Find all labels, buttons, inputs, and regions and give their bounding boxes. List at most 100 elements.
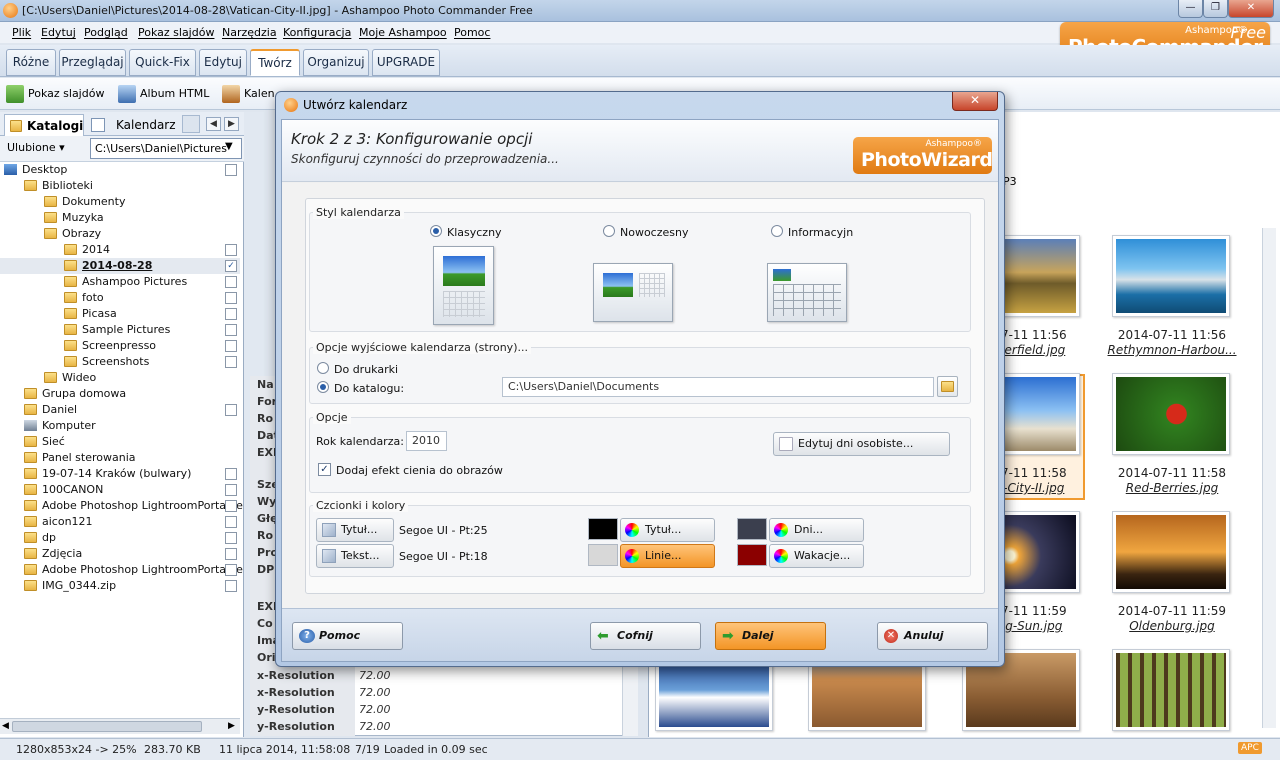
scroll-thumb[interactable] — [12, 721, 202, 732]
tree-horizontal-scrollbar[interactable]: ◀ ▶ — [0, 718, 240, 734]
thumb-oldenburg[interactable] — [1112, 511, 1230, 593]
tree-item[interactable]: Sample Pictures — [0, 322, 240, 338]
menu-help[interactable]: Pomoc — [454, 26, 490, 39]
tree-item[interactable]: Desktop — [0, 162, 240, 178]
year-input[interactable]: 2010 — [406, 431, 447, 451]
tree-item[interactable]: Screenpresso — [0, 338, 240, 354]
tree-item[interactable]: Ashampoo Pictures — [0, 274, 240, 290]
tab-scroll-right[interactable]: ▶ — [224, 117, 239, 131]
tree-item[interactable]: 2014-08-28 ✓ — [0, 258, 240, 274]
modern-style-preview[interactable] — [593, 263, 673, 322]
tree-item[interactable]: Zdjęcia — [0, 546, 240, 562]
tree-item[interactable]: Screenshots — [0, 354, 240, 370]
path-combobox[interactable]: C:\Users\Daniel\Pictures — [90, 138, 242, 159]
next-button[interactable]: ➡ Dalej — [715, 622, 826, 650]
tree-item-checkbox[interactable] — [225, 404, 237, 416]
browse-folder-button[interactable] — [937, 376, 958, 397]
title-font-button[interactable]: Tytuł... — [316, 518, 394, 542]
tab-quick-fix[interactable]: Quick-Fix — [129, 49, 196, 76]
menu-file[interactable]: Plik — [12, 26, 31, 39]
close-window-button[interactable]: ✕ — [1228, 0, 1274, 18]
thumb-forest[interactable] — [1112, 649, 1230, 731]
menu-view[interactable]: Podgląd — [84, 26, 128, 39]
tree-item[interactable]: foto — [0, 290, 240, 306]
tree-item-checkbox[interactable] — [225, 164, 237, 176]
style-info-label[interactable]: Informacyjn — [788, 226, 853, 239]
style-classic-radio[interactable] — [430, 225, 442, 237]
folder-path-input[interactable]: C:\Users\Daniel\Documents — [502, 377, 934, 397]
tree-item[interactable]: Daniel — [0, 402, 240, 418]
album-html-tool[interactable]: Album HTML — [118, 84, 209, 104]
help-button[interactable]: ? Pomoc — [292, 622, 403, 650]
shadow-label[interactable]: Dodaj efekt cienia do obrazów — [336, 464, 503, 477]
tree-item[interactable]: 100CANON — [0, 482, 240, 498]
tree-item[interactable]: Komputer — [0, 418, 240, 434]
tree-item-checkbox[interactable] — [225, 244, 237, 256]
back-button[interactable]: ⬅ Cofnij — [590, 622, 701, 650]
minimize-button[interactable]: — — [1178, 0, 1203, 18]
tab-scroll-left[interactable]: ◀ — [206, 117, 221, 131]
tree-item[interactable]: 2014 — [0, 242, 240, 258]
dialog-close-button[interactable]: ✕ — [952, 92, 998, 111]
tree-item[interactable]: Picasa — [0, 306, 240, 322]
menu-edit[interactable]: Edytuj — [41, 26, 76, 39]
tree-item-checkbox[interactable] — [225, 516, 237, 528]
style-modern-radio[interactable] — [603, 225, 615, 237]
thumb-rethymnon[interactable] — [1112, 235, 1230, 317]
tree-item-checkbox[interactable] — [225, 500, 237, 512]
days-color-button[interactable]: Dni... — [769, 518, 864, 542]
to-printer-label[interactable]: Do drukarki — [334, 363, 398, 376]
edit-personal-days-button[interactable]: Edytuj dni osobiste... — [773, 432, 950, 456]
tree-item[interactable]: Dokumenty — [0, 194, 240, 210]
tree-item[interactable]: Sieć — [0, 434, 240, 450]
tree-item[interactable]: dp — [0, 530, 240, 546]
menu-config[interactable]: Konfiguracja — [283, 26, 351, 39]
thumb-filename[interactable]: Oldenburg.jpg — [1097, 619, 1247, 633]
tree-item-checkbox[interactable] — [225, 356, 237, 368]
tab-tworz[interactable]: Twórz — [250, 49, 300, 76]
tab-kalendarz[interactable]: Kalendarz — [88, 114, 178, 136]
tree-item[interactable]: Muzyka — [0, 210, 240, 226]
tree-item[interactable]: Wideo — [0, 370, 240, 386]
title-color-button[interactable]: Tytuł... — [620, 518, 715, 542]
tree-item-checkbox[interactable] — [225, 564, 237, 576]
style-modern-label[interactable]: Nowoczesny — [620, 226, 689, 239]
text-font-button[interactable]: Tekst... — [316, 544, 394, 568]
tree-item-checkbox[interactable]: ✓ — [225, 260, 237, 272]
tree-item-checkbox[interactable] — [225, 484, 237, 496]
path-dropdown-arrow[interactable]: ▼ — [225, 141, 233, 152]
tree-item-checkbox[interactable] — [225, 292, 237, 304]
tab-organizuj[interactable]: Organizuj — [303, 49, 369, 76]
tree-item-checkbox[interactable] — [225, 276, 237, 288]
tree-item[interactable]: Obrazy — [0, 226, 240, 242]
tab-przegladaj[interactable]: Przeglądaj — [59, 49, 126, 76]
tree-item[interactable]: Biblioteki — [0, 178, 240, 194]
tree-item-checkbox[interactable] — [225, 548, 237, 560]
tree-item[interactable]: 19-07-14 Kraków (bulwary) — [0, 466, 240, 482]
cancel-button[interactable]: ✕ Anuluj — [877, 622, 988, 650]
menu-tools[interactable]: Narzędzia — [222, 26, 277, 39]
tab-upgrade[interactable]: UPGRADE — [372, 49, 440, 76]
to-folder-label[interactable]: Do katalogu: — [334, 382, 404, 395]
tree-item-checkbox[interactable] — [225, 324, 237, 336]
classic-style-preview[interactable] — [433, 246, 494, 325]
tab-rozne[interactable]: Różne — [6, 49, 56, 76]
thumb-red-berries[interactable] — [1112, 373, 1230, 455]
thumb-filename[interactable]: Rethymnon-Harbou... — [1097, 343, 1247, 357]
tree-item-checkbox[interactable] — [225, 580, 237, 592]
tree-item[interactable]: Panel sterowania — [0, 450, 240, 466]
tab-edytuj[interactable]: Edytuj — [199, 49, 247, 76]
tree-item-checkbox[interactable] — [225, 532, 237, 544]
slideshow-tool[interactable]: Pokaz slajdów — [6, 84, 104, 104]
gallery-scrollbar[interactable] — [1262, 228, 1276, 728]
tab-katalogi[interactable]: Katalogi — [4, 114, 84, 136]
tree-item-checkbox[interactable] — [225, 308, 237, 320]
scroll-right-arrow[interactable]: ▶ — [228, 721, 235, 731]
shadow-checkbox[interactable]: ✓ — [318, 463, 331, 476]
tree-item[interactable]: Adobe Photoshop LightroomPortable — [0, 562, 243, 578]
tree-item-checkbox[interactable] — [225, 340, 237, 352]
scroll-left-arrow[interactable]: ◀ — [2, 721, 9, 731]
maximize-button[interactable]: ❐ — [1203, 0, 1228, 18]
lines-color-button[interactable]: Linie... — [620, 544, 715, 568]
thumb-filename[interactable]: Red-Berries.jpg — [1097, 481, 1247, 495]
